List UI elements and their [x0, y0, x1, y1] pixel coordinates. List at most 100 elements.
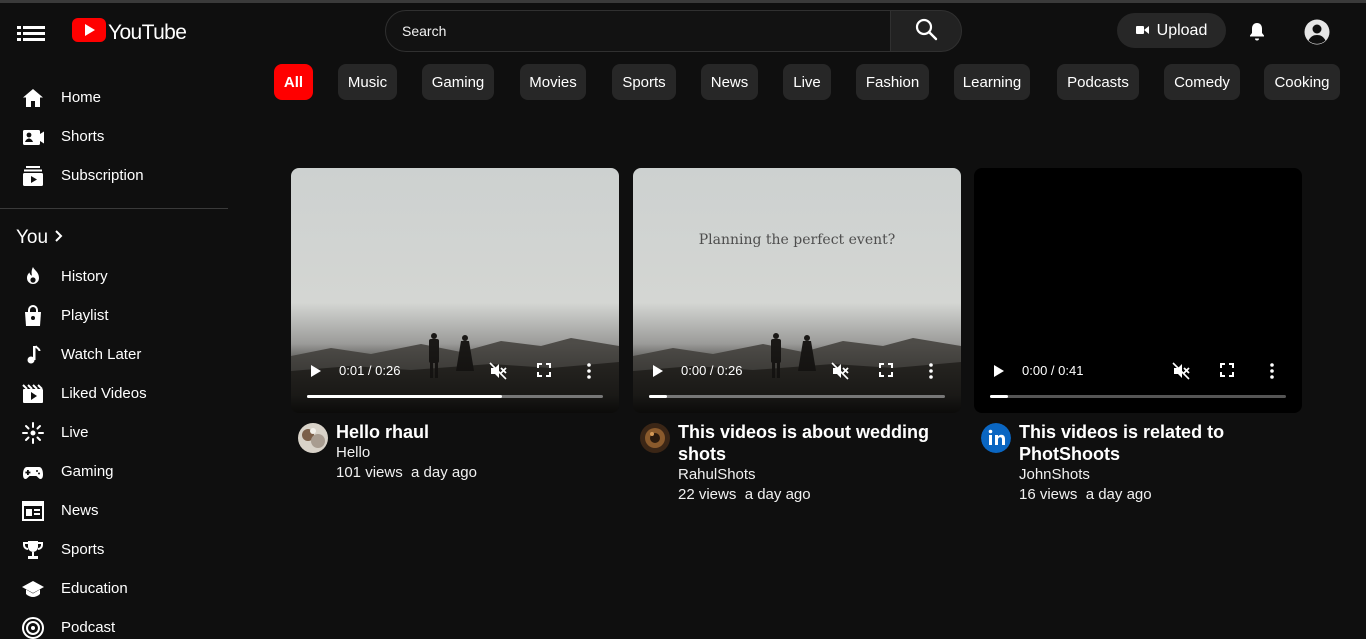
upload-age: a day ago	[411, 464, 477, 481]
video-controls: 0:00 / 0:41	[974, 343, 1302, 413]
more-options-icon[interactable]	[929, 363, 933, 384]
view-count: 101 views	[336, 464, 403, 481]
account-icon[interactable]	[1303, 18, 1331, 51]
sidebar-item-playlist[interactable]: Playlist	[0, 296, 228, 335]
play-icon[interactable]	[309, 363, 323, 384]
sidebar-item-news[interactable]: News	[0, 491, 228, 530]
sidebar-item-podcast[interactable]: Podcast	[0, 608, 228, 639]
upload-label: Upload	[1156, 21, 1208, 39]
sidebar-item-shorts[interactable]: Shorts	[0, 117, 228, 156]
channel-avatar[interactable]	[640, 423, 670, 453]
search-input[interactable]	[386, 11, 890, 51]
chip-news[interactable]: News	[701, 64, 758, 100]
video-title[interactable]: This videos is related to PhotShoots	[1019, 421, 1302, 465]
bell-icon[interactable]	[1245, 20, 1269, 49]
sidebar-you-header[interactable]: You	[0, 219, 228, 257]
progress-bar[interactable]	[649, 395, 945, 398]
sidebar-item-label: Sports	[61, 541, 105, 558]
video-meta: This videos is related to PhotShoots Joh…	[974, 421, 1302, 504]
sidebar-item-home[interactable]: Home	[0, 78, 228, 117]
video-meta: Hello rhaul Hello 101 views a day ago	[291, 421, 619, 482]
play-icon[interactable]	[992, 363, 1006, 384]
channel-name[interactable]: RahulShots	[678, 465, 961, 485]
menu-icon[interactable]	[17, 23, 45, 43]
channel-avatar[interactable]	[298, 423, 328, 453]
youtube-logo-icon	[72, 18, 106, 47]
sidebar-item-label: Playlist	[61, 307, 109, 324]
progress-fill	[990, 395, 1008, 398]
video-player[interactable]: 0:01 / 0:26	[291, 168, 619, 413]
education-icon	[21, 577, 45, 601]
play-icon[interactable]	[651, 363, 665, 384]
chip-podcasts[interactable]: Podcasts	[1057, 64, 1139, 100]
shorts-icon	[21, 125, 45, 149]
video-title[interactable]: Hello rhaul	[336, 421, 619, 443]
sidebar-item-label: Gaming	[61, 463, 114, 480]
video-stats: 22 views a day ago	[678, 485, 961, 504]
upload-age: a day ago	[744, 486, 811, 503]
sidebar-item-liked-videos[interactable]: Liked Videos	[0, 374, 228, 413]
chip-gaming[interactable]: Gaming	[422, 64, 494, 100]
progress-fill	[649, 395, 667, 398]
video-card[interactable]: 0:01 / 0:26 Hello rhaul Hello 101 views …	[291, 168, 619, 482]
fullscreen-icon[interactable]	[879, 363, 893, 382]
subscriptions-icon	[21, 164, 45, 188]
chip-live[interactable]: Live	[783, 64, 831, 100]
mute-icon[interactable]	[489, 362, 507, 385]
sidebar-item-label: History	[61, 268, 108, 285]
video-time: 0:00 / 0:26	[681, 363, 743, 378]
video-card[interactable]: Planning the perfect event? 0:00 / 0:26 …	[633, 168, 961, 504]
sidebar-divider	[0, 208, 228, 209]
upload-age: a day ago	[1085, 486, 1152, 503]
chip-sports[interactable]: Sports	[612, 64, 676, 100]
sidebar-item-label: Subscription	[61, 167, 144, 184]
gamepad-icon	[21, 460, 45, 484]
trophy-icon	[21, 538, 45, 562]
search-box	[385, 10, 891, 52]
more-options-icon[interactable]	[587, 363, 591, 384]
camera-icon	[1135, 22, 1149, 40]
chip-movies[interactable]: Movies	[520, 64, 586, 100]
music-note-icon	[21, 343, 45, 367]
video-player[interactable]: 0:00 / 0:41	[974, 168, 1302, 413]
video-card[interactable]: 0:00 / 0:41 This videos is related to Ph…	[974, 168, 1302, 504]
video-meta: This videos is about wedding shots Rahul…	[633, 421, 961, 504]
chip-cooking[interactable]: Cooking	[1264, 64, 1340, 100]
search-button[interactable]	[890, 10, 962, 52]
progress-bar[interactable]	[990, 395, 1286, 398]
sidebar-item-subscription[interactable]: Subscription	[0, 156, 228, 195]
linkedin-icon[interactable]	[981, 423, 1011, 453]
video-title[interactable]: This videos is about wedding shots	[678, 421, 961, 465]
chip-music[interactable]: Music	[338, 64, 397, 100]
chip-fashion[interactable]: Fashion	[856, 64, 929, 100]
sidebar-item-gaming[interactable]: Gaming	[0, 452, 228, 491]
live-icon	[21, 421, 45, 445]
fullscreen-icon[interactable]	[537, 363, 551, 382]
channel-name[interactable]: Hello	[336, 443, 619, 463]
video-overlay-text: Planning the perfect event?	[698, 232, 896, 248]
upload-button[interactable]: Upload	[1117, 13, 1226, 48]
chip-all[interactable]: All	[274, 64, 313, 100]
mute-icon[interactable]	[1172, 362, 1190, 385]
sidebar-item-education[interactable]: Education	[0, 569, 228, 608]
sidebar-item-history[interactable]: History	[0, 257, 228, 296]
sidebar-item-sports[interactable]: Sports	[0, 530, 228, 569]
channel-name[interactable]: JohnShots	[1019, 465, 1302, 485]
top-bar: YouTube Upload	[0, 3, 1366, 59]
sidebar-item-live[interactable]: Live	[0, 413, 228, 452]
chip-learning[interactable]: Learning	[954, 64, 1030, 100]
sidebar-item-label: Liked Videos	[61, 385, 147, 402]
video-player[interactable]: Planning the perfect event? 0:00 / 0:26	[633, 168, 961, 413]
mute-icon[interactable]	[831, 362, 849, 385]
chip-comedy[interactable]: Comedy	[1164, 64, 1240, 100]
sidebar-item-label: News	[61, 502, 99, 519]
video-time: 0:01 / 0:26	[339, 363, 401, 378]
fullscreen-icon[interactable]	[1220, 363, 1234, 382]
playlist-icon	[21, 304, 45, 328]
youtube-logo[interactable]: YouTube	[72, 18, 187, 47]
more-options-icon[interactable]	[1270, 363, 1274, 384]
progress-fill	[307, 395, 503, 398]
progress-bar[interactable]	[307, 395, 603, 398]
sidebar-item-watch-later[interactable]: Watch Later	[0, 335, 228, 374]
sidebar-item-label: Education	[61, 580, 128, 597]
